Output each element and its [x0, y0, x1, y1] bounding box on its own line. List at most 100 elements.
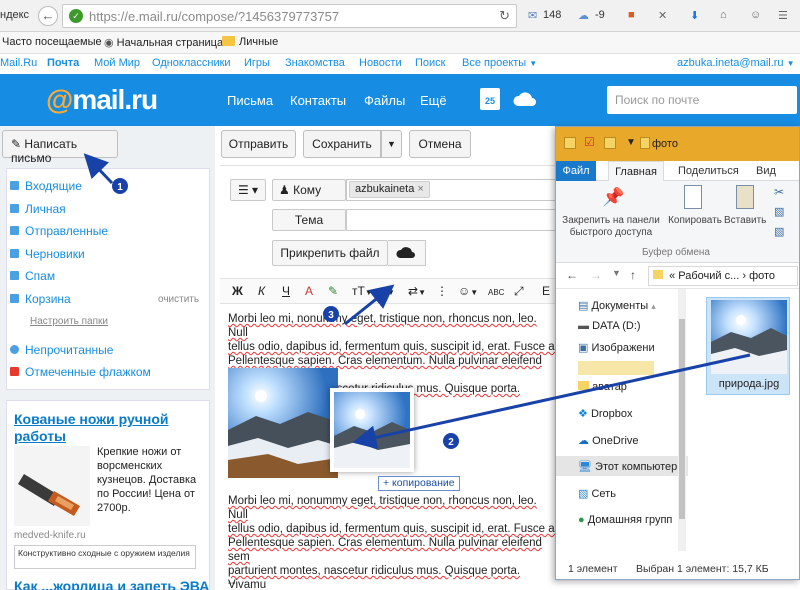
- extension-icon[interactable]: ■: [628, 9, 635, 21]
- inserted-photo[interactable]: [228, 368, 338, 478]
- to-label[interactable]: ♟ Кому: [272, 179, 346, 201]
- folder-drafts[interactable]: Черновики: [10, 247, 85, 261]
- file-item-selected[interactable]: природа.jpg: [706, 297, 790, 395]
- ad-title[interactable]: Кованые ножи ручной работы: [14, 411, 204, 445]
- attach-cloud-button[interactable]: [388, 240, 426, 266]
- indent-button[interactable]: ⇄▼: [408, 284, 426, 298]
- subject-field[interactable]: [346, 209, 558, 231]
- portal-link-all[interactable]: Все проекты ▼: [462, 57, 537, 69]
- knife-image[interactable]: [14, 446, 90, 526]
- tree-item-blurred[interactable]: [578, 361, 654, 375]
- cut-icon[interactable]: ✂: [774, 185, 784, 199]
- tab-home[interactable]: Главная: [608, 161, 664, 182]
- smile-icon[interactable]: ☺: [750, 9, 761, 21]
- copy-path-icon[interactable]: ▧: [774, 205, 784, 218]
- cloud-icon[interactable]: [512, 90, 538, 108]
- tree-scroll-thumb[interactable]: [679, 319, 685, 519]
- portal-link-myworld[interactable]: Мой Мир: [94, 57, 140, 69]
- calendar-icon[interactable]: 25: [480, 88, 500, 110]
- portal-link-ok[interactable]: Одноклассники: [152, 57, 231, 69]
- tree-item-images[interactable]: ▣ Изображени: [578, 341, 655, 354]
- attach-file-button[interactable]: Прикрепить файл: [272, 240, 388, 266]
- folder-sent[interactable]: Отправленные: [10, 224, 108, 238]
- nav-letters[interactable]: Письма: [227, 93, 273, 108]
- breadcrumb-desktop[interactable]: Рабочий с...: [678, 270, 739, 282]
- portal-link-dating[interactable]: Знакомства: [285, 57, 345, 69]
- filter-flagged[interactable]: Отмеченные флажком: [10, 365, 151, 379]
- compose-button[interactable]: ✎ Написать письмо: [2, 130, 118, 165]
- menu-icon[interactable]: ☰: [778, 9, 788, 22]
- portal-link-search[interactable]: Поиск: [415, 57, 445, 69]
- quick-access-chevron-icon[interactable]: ▼: [626, 137, 636, 148]
- settings-folders-link[interactable]: Настроить папки: [30, 316, 108, 327]
- tree-item-data-drive[interactable]: ▬ DATA (D:): [578, 320, 641, 332]
- weather-icon[interactable]: ☁: [578, 9, 589, 22]
- mailru-logo[interactable]: @mail.ru: [46, 84, 158, 116]
- save-button[interactable]: Сохранить: [303, 130, 381, 158]
- breadcrumb-photo[interactable]: фото: [749, 270, 775, 282]
- folder-trash[interactable]: Корзина: [10, 292, 71, 306]
- portal-link-mail[interactable]: Почта: [47, 57, 79, 69]
- forward-icon[interactable]: →: [590, 268, 602, 282]
- bold-button[interactable]: Ж: [232, 284, 243, 298]
- tree-item-network[interactable]: ▧ Сеть: [578, 487, 616, 500]
- ad-next-title[interactable]: Как ...жорлица и запеть ЭВА: [14, 578, 209, 590]
- bookmark-home[interactable]: ◉ Начальная страница: [104, 36, 223, 49]
- clear-format-icon[interactable]: ⤢: [514, 284, 524, 299]
- address-bar[interactable]: ✓ https://e.mail.ru/compose/?14563797737…: [62, 4, 517, 28]
- folder-spam[interactable]: Спам: [10, 269, 55, 283]
- refresh-icon[interactable]: ↻: [499, 8, 510, 24]
- pin-quick-access-button[interactable]: Закрепить на панели быстрого доступа: [560, 215, 662, 239]
- tab-share[interactable]: Поделиться: [678, 165, 739, 177]
- highlight-icon[interactable]: ✎: [328, 284, 338, 298]
- folder-inbox[interactable]: Входящие: [10, 179, 82, 193]
- more-format-icon[interactable]: E: [542, 284, 550, 298]
- bookmark-personal[interactable]: Личные: [222, 36, 278, 48]
- checkbox-icon[interactable]: ☑: [584, 135, 595, 149]
- text-size-button[interactable]: тТ▼: [352, 284, 373, 298]
- send-button[interactable]: Отправить: [221, 130, 296, 158]
- ad-category-select[interactable]: Конструктивно сходные с оружием изделия: [14, 545, 196, 569]
- bookmark-frequent[interactable]: Часто посещаемые: [2, 36, 102, 48]
- search-input[interactable]: Поиск по почте: [607, 86, 797, 114]
- tree-item-dropbox[interactable]: ❖ Dropbox: [578, 407, 633, 420]
- tab-view[interactable]: Вид: [756, 165, 776, 177]
- tools-icon[interactable]: ✕: [658, 9, 667, 22]
- user-email[interactable]: azbuka.ineta@mail.ru ▼: [677, 57, 795, 69]
- breadcrumb[interactable]: « Рабочий с... › фото: [648, 266, 798, 286]
- up-icon[interactable]: ↑: [630, 268, 636, 282]
- portal-link-news[interactable]: Новости: [359, 57, 402, 69]
- nav-contacts[interactable]: Контакты: [290, 93, 346, 108]
- download-icon[interactable]: ⬇: [690, 9, 699, 22]
- back-icon[interactable]: ←: [566, 268, 578, 282]
- back-icon[interactable]: ←: [38, 6, 58, 26]
- portal-link-games[interactable]: Игры: [244, 57, 270, 69]
- tab-file[interactable]: Файл: [556, 161, 596, 181]
- clear-trash-link[interactable]: очистить: [158, 294, 199, 305]
- home-icon[interactable]: ⌂: [720, 9, 727, 21]
- underline-button[interactable]: Ч: [282, 284, 290, 298]
- cancel-button[interactable]: Отмена: [409, 130, 471, 158]
- tree-item-onedrive[interactable]: ☁ OneDrive: [578, 434, 639, 447]
- paste-button[interactable]: Вставить: [724, 215, 766, 227]
- portal-link-mailru[interactable]: Mail.Ru: [0, 57, 37, 69]
- italic-button[interactable]: К: [258, 284, 265, 298]
- folder-personal[interactable]: Личная: [10, 202, 66, 216]
- ad-source[interactable]: medved-knife.ru: [14, 530, 86, 541]
- filter-unread[interactable]: Непрочитанные: [10, 343, 113, 357]
- recipient-chip[interactable]: azbukaineta ×: [349, 181, 430, 198]
- tree-item-this-pc[interactable]: 🖥 Этот компьютер: [578, 460, 677, 473]
- new-folder-icon[interactable]: [604, 137, 616, 149]
- remove-icon[interactable]: ×: [417, 183, 423, 195]
- list-icon[interactable]: ⋮: [436, 284, 448, 298]
- nav-files[interactable]: Файлы: [364, 93, 405, 108]
- paste-shortcut-icon[interactable]: ▧: [774, 225, 784, 238]
- nav-more[interactable]: Ещё: [420, 93, 447, 108]
- text-color-button[interactable]: А: [305, 284, 313, 298]
- mail-icon[interactable]: ✉: [528, 9, 537, 22]
- recent-chevron-icon[interactable]: ▼: [612, 268, 621, 278]
- copy-button[interactable]: Копировать: [666, 215, 724, 227]
- dragged-photo[interactable]: [330, 388, 414, 472]
- tree-item-documents[interactable]: ▤ Документы ▴: [578, 299, 656, 312]
- tree-item-homegroup[interactable]: ● Домашняя групп: [578, 514, 672, 526]
